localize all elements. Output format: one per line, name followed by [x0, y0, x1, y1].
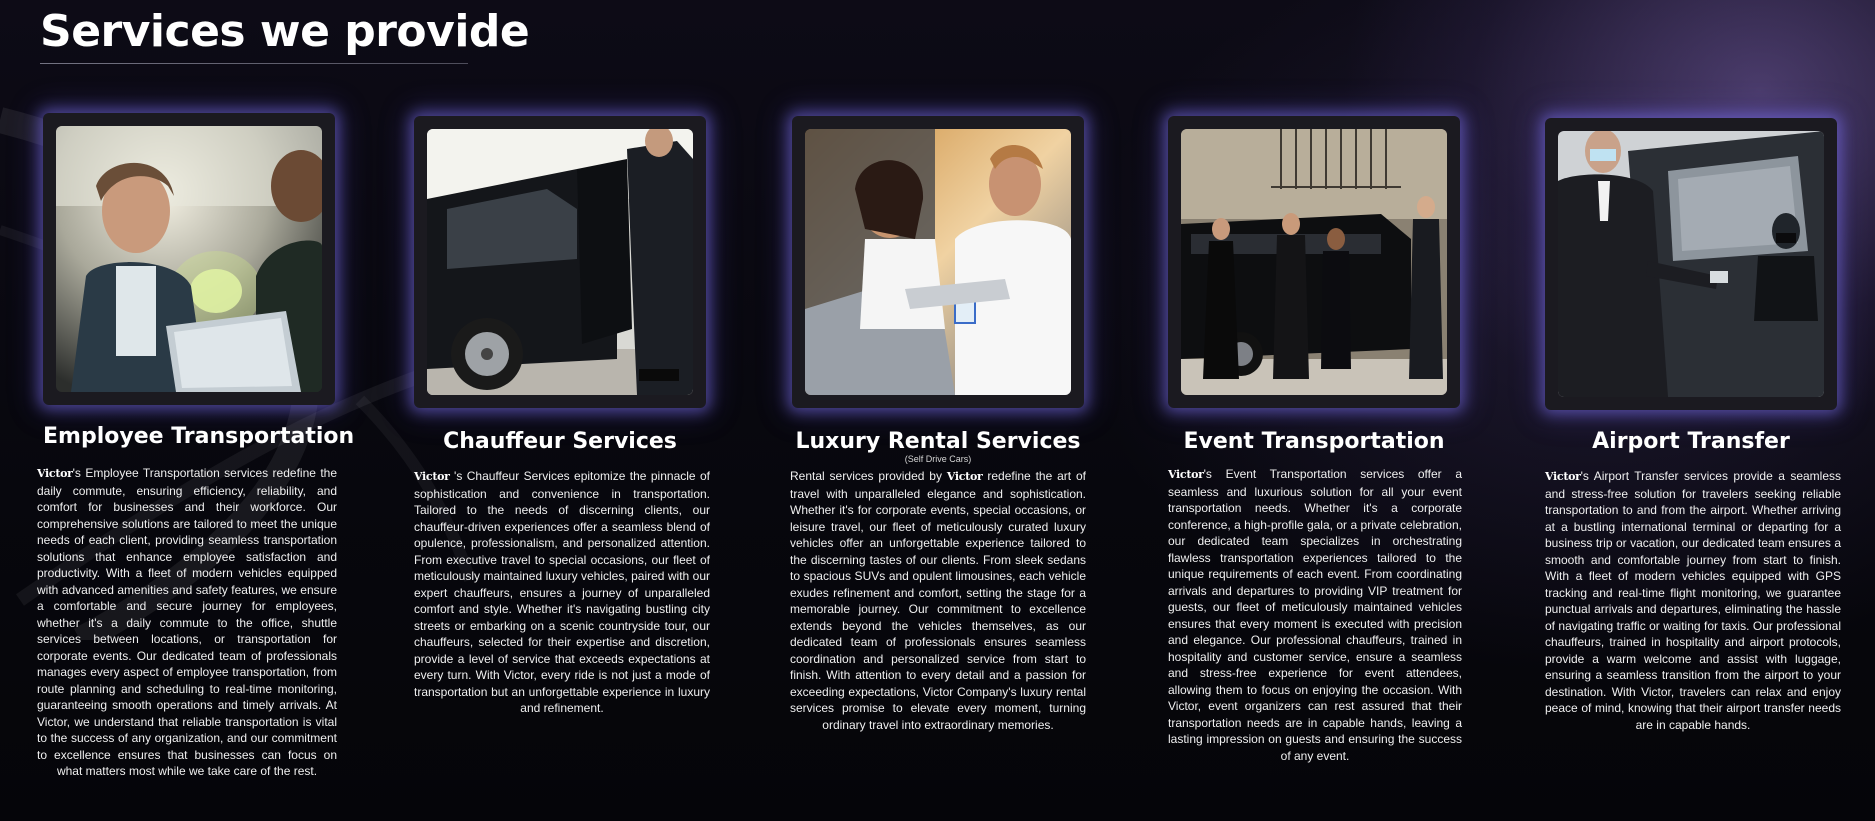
- page-title: Services we provide: [40, 6, 530, 57]
- chauffeur-services-photo: [427, 129, 693, 395]
- service-photo-frame: [1545, 118, 1837, 410]
- service-photo-frame: [43, 113, 335, 405]
- service-photo-frame: [414, 116, 706, 408]
- title-underline: [40, 63, 468, 64]
- employee-transportation-photo: [56, 126, 322, 392]
- service-title: Airport Transfer: [1592, 429, 1790, 454]
- service-title: Luxury Rental Services: [795, 429, 1081, 454]
- airport-transfer-photo: [1558, 131, 1824, 397]
- event-transportation-photo: [1181, 129, 1447, 395]
- service-subtitle: (Self Drive Cars): [904, 454, 972, 464]
- victor-logo-mark: Victor: [1168, 468, 1204, 481]
- service-description: Victor's Employee Transportation service…: [37, 466, 337, 778]
- service-description: Victor's Event Transportation services o…: [1168, 467, 1462, 763]
- service-title: Event Transportation: [1183, 429, 1445, 454]
- victor-logo-mark: Victor: [1545, 470, 1581, 483]
- luxury-rental-photo: [805, 129, 1071, 395]
- service-description: Rental services provided by Victor redef…: [790, 469, 1086, 732]
- service-description: Victor 's Chauffeur Services epitomize t…: [414, 469, 710, 715]
- victor-logo-mark: Victor: [946, 470, 983, 483]
- service-description: Victor's Airport Transfer services provi…: [1545, 469, 1841, 732]
- victor-logo-mark: Victor: [414, 470, 450, 483]
- service-title: Chauffeur Services: [443, 429, 677, 454]
- service-photo-frame: [792, 116, 1084, 408]
- service-photo-frame: [1168, 116, 1460, 408]
- victor-logo-mark: Victor: [37, 467, 73, 480]
- services-page: Services we provide Employee Transportat…: [0, 0, 1875, 821]
- service-title: Employee Transportation: [43, 424, 355, 449]
